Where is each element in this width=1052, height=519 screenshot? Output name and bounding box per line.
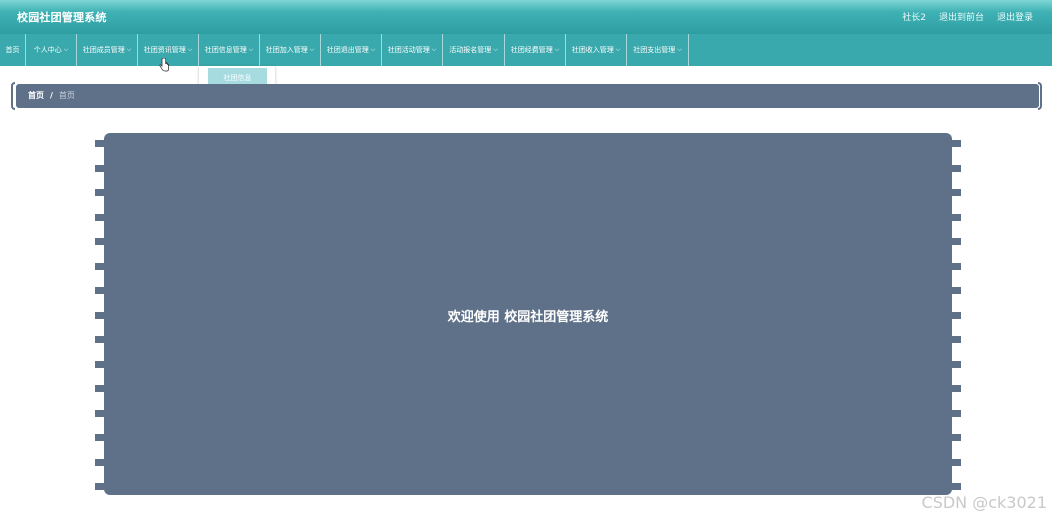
nav-item-income[interactable]: 社团收入管理 ⌵ [566, 34, 627, 66]
nav-item-signup[interactable]: 活动报名管理 ⌵ [443, 34, 505, 66]
nav-item-join[interactable]: 社团加入管理 ⌵ [260, 34, 321, 66]
main-nav: 首页 个人中心 ⌵ 社团成员管理 ⌵ 社团资讯管理 ⌵ 社团信息管理 ⌵ 社团加入管理 ⌵… [0, 34, 1052, 66]
panel-edge-tab [952, 262, 961, 270]
nav-item-home[interactable]: 首页 [0, 34, 26, 66]
chevron-down-icon: ⌵ [615, 46, 621, 53]
app-title: 校园社团管理系统 [17, 11, 107, 24]
panel-edge-tab [95, 164, 104, 172]
panel-edge-tab [95, 287, 104, 294]
panel-edge-tab [95, 213, 104, 221]
nav-item-funds[interactable]: 社团经费管理 ⌵ [505, 34, 566, 66]
breadcrumb-separator: / [50, 91, 53, 100]
panel-edge-tab [95, 262, 104, 270]
nav-item-club-info[interactable]: 社团信息管理 ⌵ [199, 34, 260, 66]
breadcrumb: 首页 / 首页 [16, 84, 1039, 108]
nav-item-label: 社团信息管理 [204, 46, 247, 54]
panel-edge-tab [95, 360, 104, 368]
panel-edge-tab [95, 311, 104, 319]
nav-item-label: 社团资讯管理 [143, 46, 186, 54]
panel-edge-tab [95, 140, 104, 147]
chevron-down-icon: ⌵ [248, 46, 254, 53]
chevron-down-icon: ⌵ [370, 46, 376, 53]
panel-edge-tab [952, 458, 961, 466]
nav-item-label: 社团退出管理 [326, 46, 369, 54]
panel-edge-tab [952, 409, 961, 417]
panel-edge-tab [95, 189, 104, 196]
logout-link[interactable]: 退出登录 [997, 10, 1033, 23]
nav-item-members[interactable]: 社团成员管理 ⌵ [77, 34, 138, 66]
panel-edge-tab [952, 385, 961, 392]
panel-edge-tab [952, 311, 961, 319]
panel-edge-tab [95, 385, 104, 392]
panel-edge-tab [95, 238, 104, 245]
panel-edge-tab [95, 409, 104, 417]
chevron-down-icon: ⌵ [554, 46, 560, 53]
panel-edge-tab [952, 287, 961, 294]
nav-item-label: 社团加入管理 [265, 46, 308, 54]
panel-edge-tab [952, 483, 961, 490]
chevron-down-icon: ⌵ [493, 46, 498, 53]
chevron-down-icon: ⌵ [309, 46, 315, 53]
nav-item-label: 社团收入管理 [571, 46, 614, 54]
panel-edge-tab [952, 434, 961, 441]
panel-edge-tab [952, 189, 961, 196]
nav-item-profile[interactable]: 个人中心 ⌵ [26, 34, 77, 66]
panel-edge-tab [95, 336, 104, 343]
hand-cursor-icon [159, 58, 169, 72]
nav-item-expense[interactable]: 社团支出管理 ⌵ [627, 34, 689, 66]
nav-item-label: 首页 [5, 46, 20, 54]
chevron-down-icon: ⌵ [431, 46, 437, 53]
chevron-down-icon: ⌵ [126, 46, 132, 53]
breadcrumb-current: 首页 [58, 91, 75, 100]
chevron-down-icon: ⌵ [187, 46, 193, 53]
nav-item-label: 社团支出管理 [633, 46, 676, 54]
panel-edge-tab [95, 458, 104, 466]
breadcrumb-home-link[interactable]: 首页 [28, 90, 44, 101]
breadcrumb-left-bracket [11, 82, 15, 110]
nav-item-activities[interactable]: 社团活动管理 ⌵ [382, 34, 443, 66]
user-name-link[interactable]: 社长2 [902, 10, 926, 23]
nav-item-label: 个人中心 [33, 46, 62, 54]
exit-to-frontend-link[interactable]: 退出到前台 [939, 10, 984, 23]
welcome-panel: 欢迎使用 校园社团管理系统 [104, 133, 952, 495]
nav-item-label: 社团经费管理 [510, 46, 553, 54]
panel-edge-tab [95, 434, 104, 441]
panel-edge-tab [95, 483, 104, 490]
chevron-down-icon: ⌵ [63, 46, 69, 53]
nav-item-label: 社团活动管理 [387, 46, 430, 54]
panel-right-tabs [952, 140, 962, 495]
panel-edge-tab [952, 164, 961, 172]
welcome-message: 欢迎使用 校园社团管理系统 [447, 310, 609, 325]
panel-edge-tab [952, 140, 961, 147]
panel-edge-tab [952, 213, 961, 221]
nav-item-label: 社团成员管理 [82, 46, 125, 54]
panel-edge-tab [952, 360, 961, 368]
nav-item-exit[interactable]: 社团退出管理 ⌵ [321, 34, 382, 66]
header-links: 社长2 退出到前台 退出登录 [902, 10, 1033, 23]
top-header: 校园社团管理系统 社长2 退出到前台 退出登录 [0, 0, 1052, 34]
watermark: CSDN @ck3021 [921, 493, 1047, 512]
chevron-down-icon: ⌵ [677, 46, 682, 53]
panel-edge-tab [952, 238, 961, 245]
panel-edge-tab [952, 336, 961, 343]
nav-item-label: 活动报名管理 [449, 46, 492, 54]
